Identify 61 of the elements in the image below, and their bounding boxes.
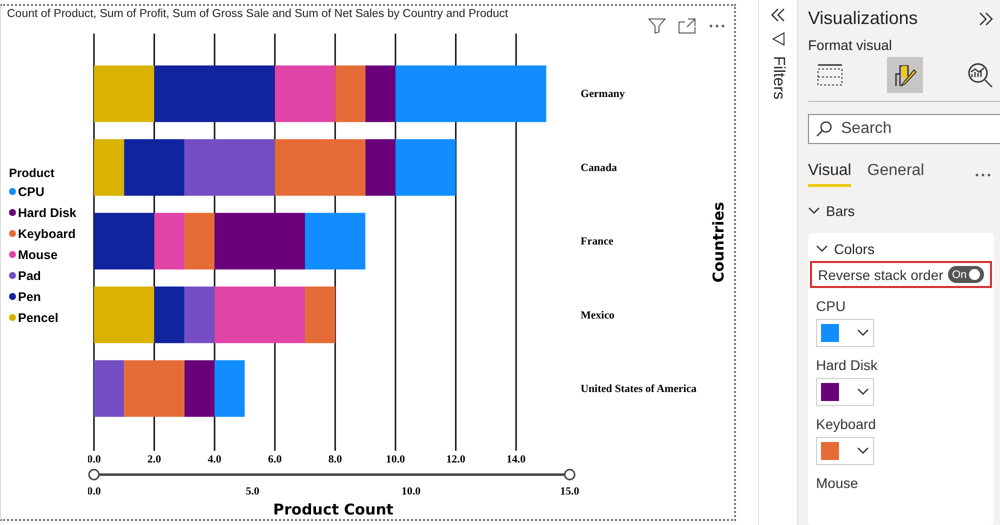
- section-header[interactable]: Bars: [808, 203, 1000, 219]
- expand-pane-icon[interactable]: [978, 12, 994, 26]
- search-icon: [816, 121, 832, 137]
- format-tab[interactable]: [887, 57, 923, 93]
- filters-label[interactable]: Filters: [769, 56, 787, 100]
- legend-item[interactable]: Pencel: [9, 308, 88, 326]
- category-label: Germany: [581, 88, 626, 100]
- card-header[interactable]: Colors: [816, 241, 986, 257]
- legend-item[interactable]: Pen: [9, 288, 88, 306]
- slider-tick-label: 10.0: [402, 486, 422, 498]
- color-label: Mouse: [816, 475, 860, 491]
- toggle-label: Reverse stack order: [818, 266, 944, 282]
- chevron-icon: [857, 388, 869, 396]
- pane-title: Visualizations: [808, 8, 918, 29]
- color-label: CPU: [816, 298, 847, 314]
- axis-tick-label: 8.0: [328, 454, 342, 466]
- category-label: Canada: [581, 162, 618, 174]
- pane-subtitle: Format visual: [808, 37, 894, 53]
- collapse-icon[interactable]: [770, 8, 786, 22]
- search-field[interactable]: Search: [808, 114, 1000, 144]
- toggle-switch[interactable]: On: [948, 266, 984, 283]
- legend-item[interactable]: Keyboard: [9, 224, 88, 242]
- category-label: United States of America: [581, 383, 698, 396]
- table-grid-icon: [816, 63, 844, 87]
- pane-tab[interactable]: General: [867, 162, 924, 187]
- expand-icon[interactable]: [678, 18, 696, 34]
- bar-segment: [215, 360, 246, 417]
- chart-title: Count of Product, Sum of Profit, Sum of Gross Sale and Sum of Net Sales by Country and Product: [7, 8, 508, 20]
- chevron-icon: [808, 207, 820, 215]
- category-label: France: [581, 236, 614, 248]
- magnifier-chart-icon: [966, 61, 994, 89]
- axis-tick-label: 12.0: [446, 454, 466, 466]
- range-slider[interactable]: [88, 468, 576, 480]
- legend-item[interactable]: Hard Disk: [9, 204, 88, 222]
- axis-tick-label: 0.0: [88, 454, 102, 466]
- axis-tick-label: 10.0: [386, 454, 406, 466]
- y-axis-title: Countries: [710, 202, 728, 283]
- color-picker[interactable]: [816, 378, 874, 406]
- pane-tab[interactable]: Visual: [808, 162, 852, 187]
- filter-icon[interactable]: [648, 18, 666, 34]
- legend-item[interactable]: Pad: [9, 266, 88, 284]
- color-picker[interactable]: [816, 437, 874, 465]
- axis-tick-label: 4.0: [208, 454, 222, 466]
- slider-tick-label: 15.0: [560, 486, 580, 498]
- axis-tick-label: 14.0: [507, 454, 526, 466]
- funnel-icon: [771, 32, 785, 46]
- color-picker[interactable]: [816, 319, 874, 347]
- category-label: Mexico: [581, 309, 615, 322]
- slider-tick-label: 5.0: [246, 486, 260, 498]
- x-axis-title: Product Count: [274, 500, 394, 518]
- axis-tick-label: 6.0: [268, 454, 282, 466]
- color-label: Keyboard: [816, 416, 877, 432]
- chevron-icon: [857, 447, 869, 455]
- axis-tick-label: 2.0: [148, 454, 162, 466]
- legend-title: Product: [9, 166, 56, 180]
- chevron-icon: [816, 245, 828, 253]
- color-label: Hard Disk: [816, 357, 878, 373]
- legend-item[interactable]: Mouse: [9, 246, 88, 264]
- legend-item[interactable]: CPU: [9, 182, 88, 200]
- slider-tick-label: 0.0: [88, 486, 102, 498]
- chevron-icon: [857, 329, 869, 337]
